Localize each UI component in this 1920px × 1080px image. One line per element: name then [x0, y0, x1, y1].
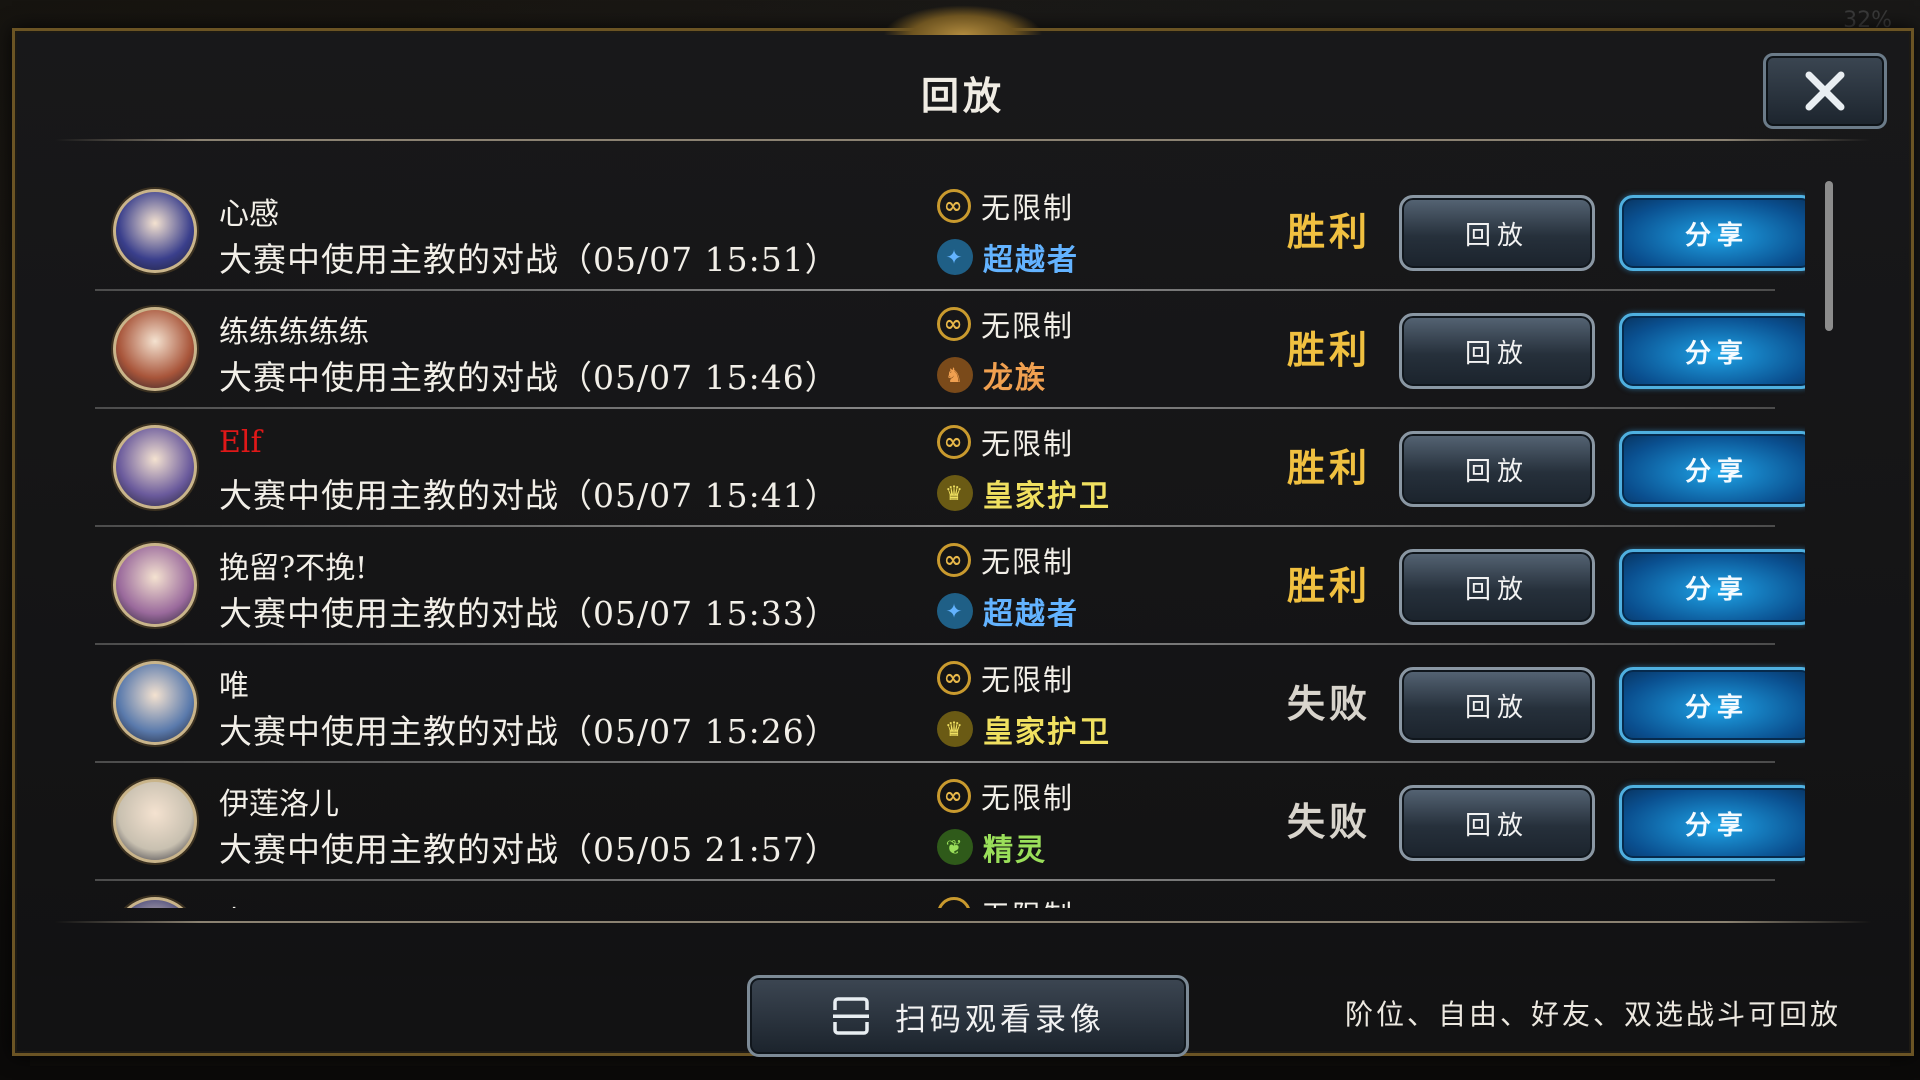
replay-list[interactable]: 心感 大赛中使用主教的对战（05/07 15:51） ∞ 无限制 ✦ 超越者 胜…: [95, 173, 1805, 908]
infinity-icon: ∞: [937, 307, 971, 341]
replay-row: 心感 大赛中使用主教的对战（05/07 15:51） ∞ 无限制 ✦ 超越者 胜…: [95, 173, 1805, 291]
replay-row: 伊莲洛儿 大赛中使用主教的对战（05/05 21:57） ∞ 无限制 ❦ 精灵 …: [95, 763, 1805, 881]
share-button[interactable]: 分享: [1619, 195, 1805, 271]
dialog-title: 回放: [920, 73, 1005, 118]
format-label: 无限制: [981, 893, 1074, 908]
class-icon: ✦: [937, 593, 973, 629]
class-label: 龙族: [983, 361, 1047, 396]
infinity-icon: ∞: [937, 661, 971, 695]
scrollbar[interactable]: [1825, 181, 1833, 331]
format-label: 无限制: [981, 191, 1075, 225]
class-tag: ♞ 龙族: [937, 353, 1047, 397]
match-result: 失败: [1287, 681, 1372, 726]
bottom-divider: [55, 921, 1871, 923]
format-tag: ∞ 无限制: [937, 539, 1074, 581]
format-tag: ∞ 无限制: [937, 893, 1074, 908]
match-result: 胜利: [1287, 209, 1372, 254]
replay-dialog: 回放 心感 大赛中使用主教的对战（05/07 15:51） ∞ 无限制 ✦ 超越…: [12, 5, 1914, 1057]
class-label: 超越者: [983, 597, 1079, 632]
player-name: 伊莲洛儿: [219, 787, 339, 822]
infinity-icon: ∞: [937, 897, 971, 908]
format-label: 无限制: [981, 427, 1075, 461]
player-name: 挽留?不挽!: [219, 551, 368, 586]
replay-row: 练练练练练 大赛中使用主教的对战（05/07 15:46） ∞ 无限制 ♞ 龙族…: [95, 291, 1805, 409]
replay-row: 小几111 ∞ 无限制: [95, 881, 1805, 908]
replay-row: 唯 大赛中使用主教的对战（05/07 15:26） ∞ 无限制 ♛ 皇家护卫 失…: [95, 645, 1805, 763]
share-button[interactable]: 分享: [1619, 431, 1805, 507]
class-label: 精灵: [983, 833, 1047, 868]
player-name: 心感: [219, 197, 279, 232]
avatar[interactable]: [113, 543, 197, 627]
replay-button[interactable]: 回放: [1399, 431, 1595, 507]
match-result: 胜利: [1287, 445, 1372, 490]
infinity-icon: ∞: [937, 425, 971, 459]
player-name: 练练练练练: [219, 315, 369, 350]
replay-button[interactable]: 回放: [1399, 313, 1595, 389]
format-label: 无限制: [981, 545, 1075, 579]
share-button[interactable]: 分享: [1619, 667, 1805, 743]
match-description: 大赛中使用主教的对战（05/07 15:41）: [219, 476, 839, 515]
share-button[interactable]: 分享: [1619, 313, 1805, 389]
close-icon: [1805, 71, 1845, 111]
class-icon: ✦: [937, 239, 973, 275]
class-icon: ♛: [937, 711, 973, 747]
class-label: 皇家护卫: [983, 479, 1111, 514]
class-tag: ♛ 皇家护卫: [937, 707, 1111, 751]
avatar[interactable]: [113, 189, 197, 273]
class-label: 超越者: [983, 243, 1079, 278]
match-description: 大赛中使用主教的对战（05/07 15:33）: [219, 594, 839, 633]
class-icon: ❦: [937, 829, 973, 865]
replay-button[interactable]: 回放: [1399, 549, 1595, 625]
share-button[interactable]: 分享: [1619, 785, 1805, 861]
class-tag: ♛ 皇家护卫: [937, 471, 1111, 515]
class-tag: ❦ 精灵: [937, 825, 1047, 869]
match-description: 大赛中使用主教的对战（05/05 21:57）: [219, 830, 839, 869]
share-button[interactable]: 分享: [1619, 549, 1805, 625]
avatar[interactable]: [113, 661, 197, 745]
top-divider: [55, 139, 1871, 141]
format-tag: ∞ 无限制: [937, 775, 1074, 817]
player-name: 小几111: [219, 897, 336, 908]
close-button[interactable]: [1763, 53, 1887, 129]
avatar[interactable]: [113, 425, 197, 509]
replay-row: 挽留?不挽! 大赛中使用主教的对战（05/07 15:33） ∞ 无限制 ✦ 超…: [95, 527, 1805, 645]
infinity-icon: ∞: [937, 543, 971, 577]
class-tag: ✦ 超越者: [937, 235, 1079, 279]
replay-button[interactable]: 回放: [1399, 667, 1595, 743]
qr-scan-icon: [833, 997, 869, 1035]
match-result: 失败: [1287, 799, 1372, 844]
class-label: 皇家护卫: [983, 715, 1111, 750]
infinity-icon: ∞: [937, 779, 971, 813]
scan-qr-button[interactable]: 扫码观看录像: [747, 975, 1189, 1057]
match-description: 大赛中使用主教的对战（05/07 15:46）: [219, 358, 839, 397]
avatar[interactable]: [113, 779, 197, 863]
match-description: 大赛中使用主教的对战（05/07 15:26）: [219, 712, 839, 751]
scan-qr-label: 扫码观看录像: [895, 1001, 1105, 1038]
player-name: Elf: [219, 425, 262, 460]
format-label: 无限制: [981, 781, 1075, 815]
format-tag: ∞ 无限制: [937, 303, 1074, 345]
class-tag: ✦ 超越者: [937, 589, 1079, 633]
avatar[interactable]: [113, 307, 197, 391]
class-icon: ♞: [937, 357, 973, 393]
replay-button[interactable]: 回放: [1399, 195, 1595, 271]
format-tag: ∞ 无限制: [937, 657, 1074, 699]
replay-hint: 阶位、自由、好友、双选战斗可回放: [1344, 998, 1841, 1031]
avatar[interactable]: [113, 897, 197, 908]
format-tag: ∞ 无限制: [937, 185, 1074, 227]
match-description: 大赛中使用主教的对战（05/07 15:51）: [219, 240, 839, 279]
format-label: 无限制: [981, 663, 1075, 697]
match-result: 胜利: [1287, 563, 1372, 608]
match-result: 胜利: [1287, 327, 1372, 372]
ornament-crest: [883, 5, 1043, 35]
replay-button[interactable]: 回放: [1399, 785, 1595, 861]
infinity-icon: ∞: [937, 189, 971, 223]
class-icon: ♛: [937, 475, 973, 511]
player-name: 唯: [219, 669, 249, 704]
replay-row: Elf 大赛中使用主教的对战（05/07 15:41） ∞ 无限制 ♛ 皇家护卫…: [95, 409, 1805, 527]
format-tag: ∞ 无限制: [937, 421, 1074, 463]
format-label: 无限制: [981, 309, 1075, 343]
